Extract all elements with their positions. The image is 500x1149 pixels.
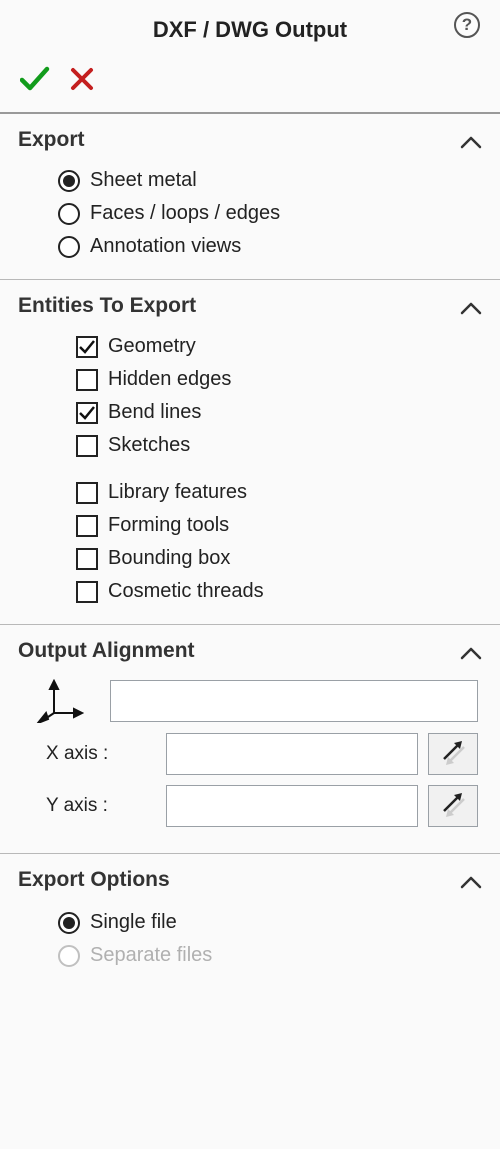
dxf-dwg-output-panel: DXF / DWG Output ? Export Sheet metal Fa… [0,0,500,988]
radio-label: Single file [90,911,177,934]
radio-label: Annotation views [90,235,241,258]
y-axis-input[interactable] [166,785,418,827]
section-label-alignment: Output Alignment [18,639,195,663]
checkbox-label: Geometry [108,335,196,358]
radio-icon [58,236,80,258]
panel-title: DXF / DWG Output [153,17,347,43]
alignment-row-x-axis: X axis : [34,733,478,775]
radio-icon [58,203,80,225]
radio-faces-loops-edges[interactable]: Faces / loops / edges [58,197,482,230]
radio-label: Faces / loops / edges [90,202,280,225]
chevron-up-icon [460,875,482,889]
checkbox-icon [76,581,98,603]
y-axis-flip-button[interactable] [428,785,478,827]
checkbox-icon [76,336,98,358]
radio-icon [58,170,80,192]
ok-icon[interactable] [20,66,50,98]
x-axis-input[interactable] [166,733,418,775]
chevron-up-icon [460,301,482,315]
cancel-icon[interactable] [70,67,94,97]
checkbox-forming-tools[interactable]: Forming tools [76,509,482,542]
checkbox-icon [76,369,98,391]
checkbox-sketches[interactable]: Sketches [76,429,482,462]
help-icon[interactable]: ? [454,12,480,38]
title-row: DXF / DWG Output ? [18,10,482,50]
x-axis-flip-button[interactable] [428,733,478,775]
checkbox-label: Hidden edges [108,368,231,391]
axes-icon [36,679,100,723]
checkbox-bounding-box[interactable]: Bounding box [76,542,482,575]
radio-single-file[interactable]: Single file [58,906,482,939]
alignment-row-y-axis: Y axis : [34,785,478,827]
checkbox-icon [76,515,98,537]
radio-sheet-metal[interactable]: Sheet metal [58,164,482,197]
checkbox-icon [76,402,98,424]
flip-arrows-icon [438,789,468,823]
section-header-export[interactable]: Export [18,114,482,162]
section-body-alignment: X axis : Y axis : [18,673,482,853]
chevron-up-icon [460,646,482,660]
alignment-row-coord-system [36,679,478,723]
section-label-export: Export [18,128,85,152]
checkbox-label: Forming tools [108,514,229,537]
radio-icon [58,912,80,934]
checkbox-library-features[interactable]: Library features [76,476,482,509]
checkbox-label: Library features [108,481,247,504]
checkbox-icon [76,482,98,504]
checkbox-label: Bounding box [108,547,230,570]
section-body-entities: Geometry Hidden edges Bend lines Sketche… [18,328,482,624]
radio-separate-files: Separate files [58,939,482,972]
radio-icon [58,945,80,967]
radio-label: Sheet metal [90,169,197,192]
section-body-export: Sheet metal Faces / loops / edges Annota… [18,162,482,279]
radio-annotation-views[interactable]: Annotation views [58,230,482,263]
checkbox-icon [76,548,98,570]
checkbox-cosmetic-threads[interactable]: Cosmetic threads [76,575,482,608]
checkbox-icon [76,435,98,457]
checkbox-hidden-edges[interactable]: Hidden edges [76,363,482,396]
action-row [18,58,482,112]
radio-label: Separate files [90,944,212,967]
coord-system-input[interactable] [110,680,478,722]
section-header-alignment[interactable]: Output Alignment [18,625,482,673]
checkbox-label: Cosmetic threads [108,580,264,603]
section-label-export-options: Export Options [18,868,170,892]
flip-arrows-icon [438,737,468,771]
checkbox-label: Bend lines [108,401,201,424]
section-header-entities[interactable]: Entities To Export [18,280,482,328]
checkbox-label: Sketches [108,434,190,457]
section-header-export-options[interactable]: Export Options [18,854,482,902]
checkbox-geometry[interactable]: Geometry [76,330,482,363]
chevron-up-icon [460,135,482,149]
y-axis-label: Y axis : [36,795,156,817]
section-label-entities: Entities To Export [18,294,196,318]
checkbox-bend-lines[interactable]: Bend lines [76,396,482,429]
section-body-export-options: Single file Separate files [18,902,482,988]
x-axis-label: X axis : [36,743,156,765]
